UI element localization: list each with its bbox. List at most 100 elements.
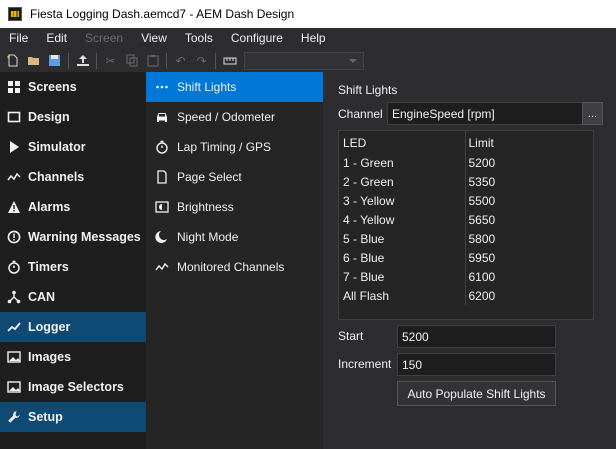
- nav-item-label: Screens: [28, 80, 77, 94]
- subnav-item-lap-timing[interactable]: Lap Timing / GPS: [146, 132, 323, 162]
- menu-edit[interactable]: Edit: [37, 28, 76, 49]
- copy-icon[interactable]: [121, 50, 142, 71]
- line-chart-icon: [6, 319, 22, 335]
- toolbar-separator: [215, 52, 216, 69]
- dots-icon: [154, 79, 170, 95]
- nav-item-images[interactable]: Images: [0, 342, 146, 372]
- nav-item-design[interactable]: Design: [0, 102, 146, 132]
- nav-item-label: Setup: [28, 410, 63, 424]
- network-icon: [6, 289, 22, 305]
- square-icon: [6, 109, 22, 125]
- wave-icon: [6, 169, 22, 185]
- warning-triangle-icon: [6, 199, 22, 215]
- limit-cell[interactable]: 5800: [465, 229, 593, 248]
- new-file-icon[interactable]: [2, 50, 23, 71]
- nav-item-timers[interactable]: Timers: [0, 252, 146, 282]
- channel-browse-button[interactable]: ...: [582, 102, 603, 125]
- subnav-item-page-select[interactable]: Page Select: [146, 162, 323, 192]
- wave-icon: [154, 259, 170, 275]
- subnav-item-label: Brightness: [177, 200, 234, 214]
- car-icon: [154, 109, 170, 125]
- save-icon[interactable]: [44, 50, 65, 71]
- led-cell: 2 - Green: [339, 172, 466, 191]
- nav-item-label: Channels: [28, 170, 85, 184]
- window-title: Fiesta Logging Dash.aemcd7 - AEM Dash De…: [30, 7, 295, 21]
- app-logo-icon: [8, 7, 22, 21]
- limit-cell[interactable]: 6100: [465, 267, 593, 286]
- table-row[interactable]: 1 - Green 5200: [339, 153, 593, 172]
- limit-cell[interactable]: 5200: [465, 153, 593, 172]
- table-row[interactable]: 5 - Blue 5800: [339, 229, 593, 248]
- wrench-icon: [6, 409, 22, 425]
- column-header-led[interactable]: LED: [339, 131, 466, 153]
- menu-view[interactable]: View: [132, 28, 176, 49]
- menu-bar: File Edit Screen View Tools Configure He…: [0, 28, 616, 49]
- cut-icon[interactable]: ✂: [100, 50, 121, 71]
- toolbar-dropdown[interactable]: [244, 51, 364, 70]
- nav-item-label: Simulator: [28, 140, 86, 154]
- led-cell: 7 - Blue: [339, 267, 466, 286]
- sub-nav: Shift Lights Speed / Odometer Lap Timing…: [146, 72, 323, 449]
- nav-item-setup[interactable]: Setup: [0, 402, 146, 432]
- channel-field[interactable]: EngineSpeed [rpm]: [387, 102, 603, 125]
- subnav-item-speed-odometer[interactable]: Speed / Odometer: [146, 102, 323, 132]
- nav-item-screens[interactable]: Screens: [0, 72, 146, 102]
- limit-cell[interactable]: 5500: [465, 191, 593, 210]
- brightness-icon: [154, 199, 170, 215]
- nav-item-can[interactable]: CAN: [0, 282, 146, 312]
- table-row[interactable]: 3 - Yellow 5500: [339, 191, 593, 210]
- start-label: Start: [338, 329, 364, 343]
- led-cell: All Flash: [339, 286, 466, 305]
- main-panel: Shift Lights Channel EngineSpeed [rpm] .…: [323, 72, 616, 449]
- stopwatch-icon: [6, 259, 22, 275]
- start-input[interactable]: 5200: [397, 325, 556, 348]
- nav-item-image-selectors[interactable]: Image Selectors: [0, 372, 146, 402]
- table-row[interactable]: 6 - Blue 5950: [339, 248, 593, 267]
- open-folder-icon[interactable]: [23, 50, 44, 71]
- increment-input[interactable]: 150: [397, 353, 556, 376]
- ruler-icon[interactable]: [219, 50, 240, 71]
- menu-configure[interactable]: Configure: [222, 28, 292, 49]
- subnav-item-brightness[interactable]: Brightness: [146, 192, 323, 222]
- limit-cell[interactable]: 5650: [465, 210, 593, 229]
- limit-cell[interactable]: 5350: [465, 172, 593, 191]
- section-title: Shift Lights: [338, 83, 398, 97]
- toolbar-separator: [96, 52, 97, 69]
- led-cell: 1 - Green: [339, 153, 466, 172]
- nav-item-logger[interactable]: Logger: [0, 312, 146, 342]
- menu-screen[interactable]: Screen: [76, 28, 132, 49]
- menu-tools[interactable]: Tools: [176, 28, 222, 49]
- image-selector-icon: [6, 379, 22, 395]
- table-row[interactable]: 2 - Green 5350: [339, 172, 593, 191]
- subnav-item-label: Monitored Channels: [177, 260, 285, 274]
- subnav-item-night-mode[interactable]: Night Mode: [146, 222, 323, 252]
- table-row[interactable]: 4 - Yellow 5650: [339, 210, 593, 229]
- nav-item-simulator[interactable]: Simulator: [0, 132, 146, 162]
- table-row[interactable]: 7 - Blue 6100: [339, 267, 593, 286]
- channel-label: Channel: [338, 107, 383, 121]
- upload-icon[interactable]: [72, 50, 93, 71]
- nav-item-label: Timers: [28, 260, 69, 274]
- table-row[interactable]: All Flash 6200: [339, 286, 593, 305]
- title-bar: Fiesta Logging Dash.aemcd7 - AEM Dash De…: [0, 0, 616, 28]
- nav-item-label: Logger: [28, 320, 71, 334]
- nav-item-channels[interactable]: Channels: [0, 162, 146, 192]
- redo-icon[interactable]: ↷: [191, 50, 212, 71]
- undo-icon[interactable]: ↶: [170, 50, 191, 71]
- nav-item-warning-messages[interactable]: Warning Messages: [0, 222, 146, 252]
- limit-cell[interactable]: 5950: [465, 248, 593, 267]
- menu-file[interactable]: File: [0, 28, 37, 49]
- limit-cell[interactable]: 6200: [465, 286, 593, 305]
- auto-populate-button[interactable]: Auto Populate Shift Lights: [397, 381, 556, 406]
- toolbar-separator: [166, 52, 167, 69]
- menu-help[interactable]: Help: [292, 28, 335, 49]
- led-cell: 3 - Yellow: [339, 191, 466, 210]
- nav-item-alarms[interactable]: Alarms: [0, 192, 146, 222]
- column-header-limit[interactable]: Limit: [465, 131, 593, 153]
- subnav-item-shift-lights[interactable]: Shift Lights: [146, 72, 323, 102]
- moon-icon: [154, 229, 170, 245]
- shift-lights-table: LED Limit 1 - Green 5200 2 - Green 5350 …: [338, 130, 594, 320]
- led-cell: 6 - Blue: [339, 248, 466, 267]
- paste-icon[interactable]: [142, 50, 163, 71]
- subnav-item-monitored-channels[interactable]: Monitored Channels: [146, 252, 323, 282]
